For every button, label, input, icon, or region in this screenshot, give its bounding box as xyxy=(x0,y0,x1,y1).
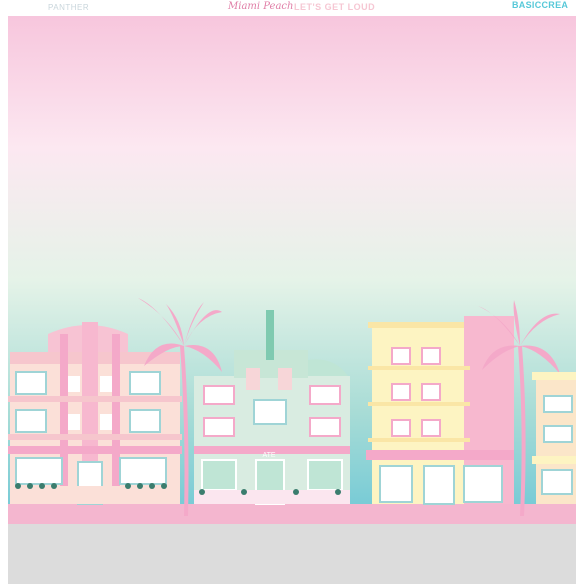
buildings-illustration: ATE xyxy=(8,298,576,516)
building-far-right xyxy=(532,372,576,504)
building-sign: ATE xyxy=(262,452,275,459)
brand-logo-left: PANTHER xyxy=(48,3,90,12)
building-center-mint xyxy=(194,310,350,505)
collection-tagline: LET'S GET LOUD xyxy=(294,2,376,12)
miami-scene: ATE xyxy=(8,16,576,584)
collection-title: Miami Peach xyxy=(228,1,294,12)
brand-logo-right: BASICCREA xyxy=(512,0,569,10)
building-right-yellow xyxy=(366,316,514,505)
header-bar: PANTHER Miami Peach LET'S GET LOUD BASIC… xyxy=(0,0,584,16)
